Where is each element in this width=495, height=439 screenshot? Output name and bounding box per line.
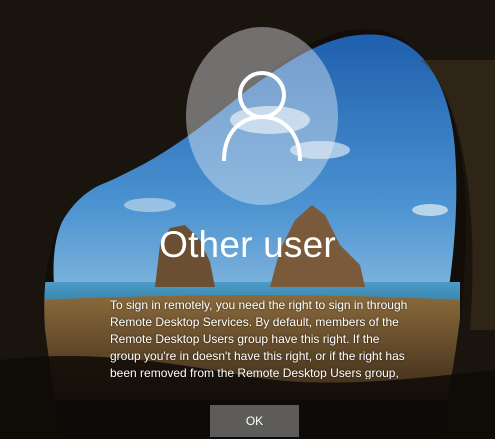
lock-screen: Other user To sign in remotely, you need…	[0, 0, 495, 439]
user-name: Other user	[159, 224, 336, 265]
user-avatar	[186, 27, 338, 205]
sign-in-error-message: To sign in remotely, you need the right …	[110, 298, 408, 379]
ok-button[interactable]: OK	[210, 405, 299, 437]
person-outline-icon	[222, 71, 302, 162]
